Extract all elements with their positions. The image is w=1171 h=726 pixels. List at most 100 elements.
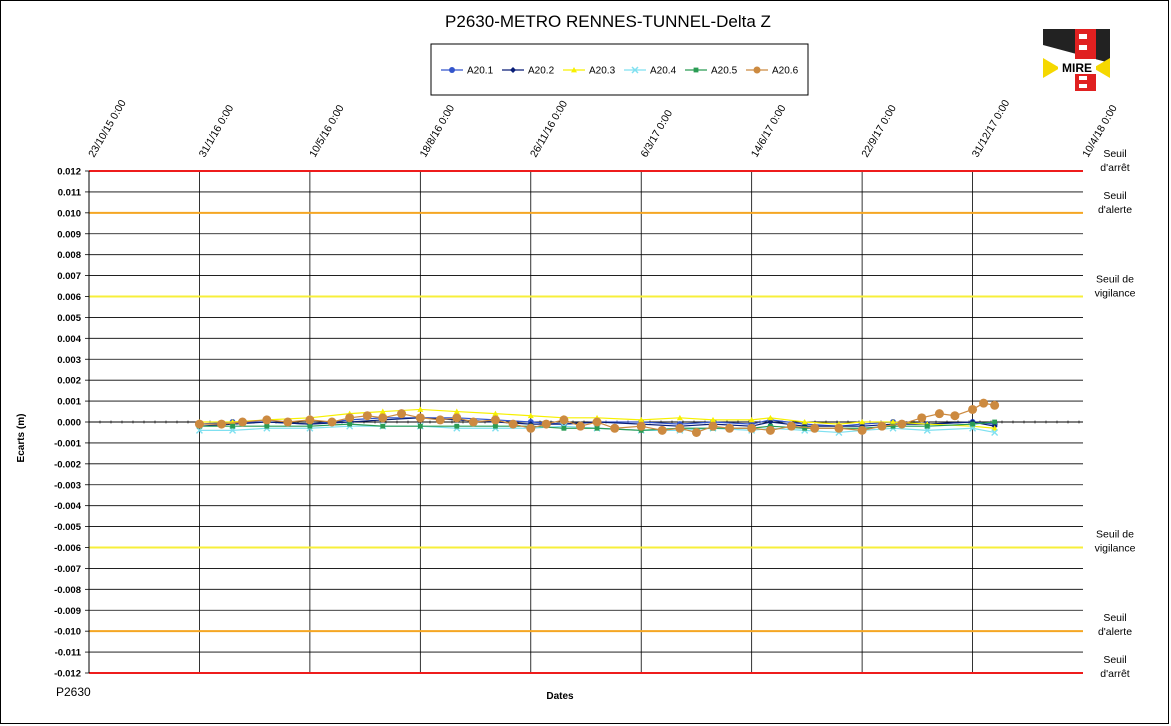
x-tick-label: 6/3/17 0:00 <box>638 108 675 160</box>
logo-white-mark-1 <box>1079 34 1087 39</box>
data-point <box>490 415 500 425</box>
data-point <box>934 409 944 419</box>
y-tick-label: -0.004 <box>54 501 82 512</box>
chart-canvas: P2630-METRO RENNES-TUNNEL-Delta Z A20.1 A… <box>16 12 1136 702</box>
data-point <box>877 421 887 431</box>
data-point <box>541 419 551 429</box>
y-tick-label: 0.005 <box>57 313 81 324</box>
y-tick-label: 0.006 <box>57 292 81 303</box>
x-tick-label: 10/5/16 0:00 <box>307 103 347 160</box>
data-point <box>559 415 569 425</box>
data-point <box>810 423 820 433</box>
footer-label: P2630 <box>56 685 91 699</box>
threshold-label-line2: vigilance <box>1095 543 1136 555</box>
legend-entry-label: A20.3 <box>589 66 616 77</box>
threshold-labels: Seuil d'arrêt Seuil d'alerte Seuil de vigilan… <box>1095 148 1136 680</box>
data-point <box>968 404 978 414</box>
legend-entry-label: A20.5 <box>711 66 738 77</box>
legend-marker <box>449 67 455 73</box>
data-point <box>378 413 388 423</box>
data-point <box>725 423 735 433</box>
x-tick-label: 23/10/15 0:00 <box>86 98 129 160</box>
data-point <box>415 413 425 423</box>
data-point <box>992 419 998 425</box>
legend: A20.1 A20.2 A20.3 A20.4 A20.5 A20.6 <box>430 43 809 96</box>
data-point <box>765 425 775 435</box>
data-point <box>691 427 701 437</box>
threshold-label-line2: vigilance <box>1095 288 1136 300</box>
data-point <box>834 423 844 433</box>
data-point <box>262 415 272 425</box>
data-point <box>380 423 386 429</box>
y-tick-label: 0.012 <box>57 167 81 178</box>
y-tick-label: -0.005 <box>54 522 82 533</box>
data-point <box>452 413 462 423</box>
data-point <box>217 419 227 429</box>
data-point <box>283 417 293 427</box>
y-tick-label: 0.010 <box>57 208 81 219</box>
y-tick-label: -0.007 <box>54 564 81 575</box>
data-point <box>347 421 353 427</box>
x-tick-label: 26/11/16 0:00 <box>528 98 570 159</box>
y-tick-label: -0.011 <box>55 648 82 659</box>
y-tick-label: -0.006 <box>54 543 81 554</box>
data-point <box>592 417 602 427</box>
data-point <box>857 425 867 435</box>
y-tick-label: -0.001 <box>54 438 82 449</box>
y-tick-label: 0.007 <box>57 271 81 282</box>
threshold-label-line1: Seuil de <box>1096 529 1134 541</box>
x-tick-label: 31/12/17 0:00 <box>970 98 1013 160</box>
data-point <box>610 423 620 433</box>
threshold-label-line1: Seuil <box>1103 654 1126 666</box>
y-tick-label: 0.001 <box>57 397 81 408</box>
x-tick-label: 31/1/16 0:00 <box>197 103 237 160</box>
x-tick-label: 18/8/16 0:00 <box>418 103 458 160</box>
x-axis-label: Dates <box>546 691 574 702</box>
data-point <box>435 415 445 425</box>
y-tick-label: -0.003 <box>54 480 81 491</box>
y-tick-label: 0.011 <box>58 187 82 198</box>
y-tick-label: -0.002 <box>54 459 81 470</box>
threshold-label-line2: d'alerte <box>1098 626 1132 638</box>
data-point <box>230 423 235 429</box>
data-point <box>305 415 315 425</box>
data-point <box>747 423 757 433</box>
data-point <box>327 417 337 427</box>
data-point <box>979 398 989 408</box>
threshold-label-line1: Seuil <box>1103 612 1126 624</box>
logo-white-mark-3 <box>1079 76 1087 80</box>
y-tick-label: -0.009 <box>54 606 81 617</box>
data-point <box>454 423 460 429</box>
y-tick-label: 0.000 <box>57 418 81 429</box>
x-tick-labels: 23/10/15 0:00 31/1/16 0:00 10/5/16 0:00 18/… <box>86 98 1120 160</box>
data-point <box>397 409 407 419</box>
data-point <box>802 425 808 431</box>
data-point <box>561 425 567 431</box>
legend-entry-label: A20.2 <box>528 66 555 77</box>
data-point <box>345 413 355 423</box>
data-point <box>924 423 930 429</box>
mire-logo: MIRE <box>1043 29 1110 91</box>
data-point <box>657 425 667 435</box>
legend-entry-label: A20.1 <box>467 66 494 77</box>
data-point <box>950 411 960 421</box>
legend-entry-label: A20.4 <box>650 66 677 77</box>
data-point <box>575 421 585 431</box>
data-point <box>417 423 423 429</box>
data-point <box>897 419 907 429</box>
data-point <box>508 419 518 429</box>
data-point <box>194 419 204 429</box>
logo-white-mark-4 <box>1079 84 1087 88</box>
data-point <box>970 421 975 427</box>
y-tick-label: 0.003 <box>57 355 81 366</box>
data-point <box>594 425 600 431</box>
data-point <box>990 400 1000 410</box>
data-point <box>264 423 270 429</box>
data-point <box>786 421 796 431</box>
data-point <box>708 421 718 431</box>
data-point <box>526 423 536 433</box>
data-point <box>493 423 498 429</box>
series-layer <box>194 398 1000 437</box>
y-tick-label: -0.012 <box>54 669 81 680</box>
data-point <box>675 423 685 433</box>
